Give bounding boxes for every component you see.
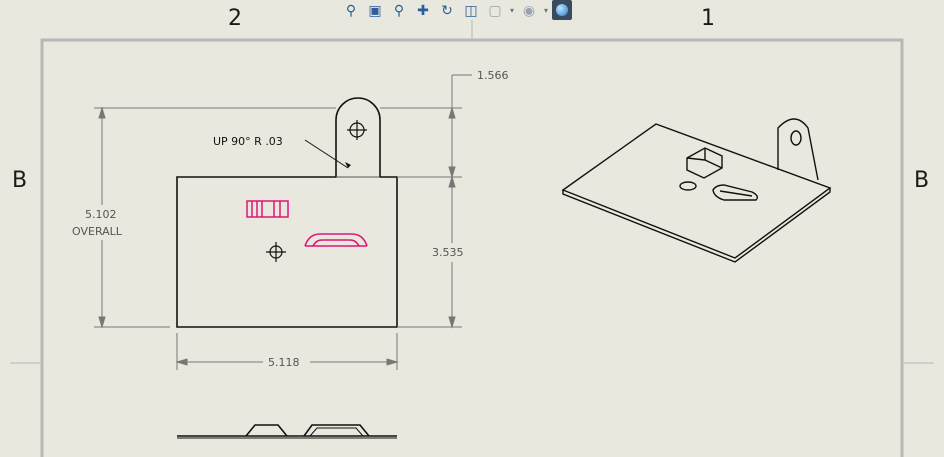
dim-overall-height-value: 5.102 xyxy=(85,208,117,221)
dim-body-height-value: 3.535 xyxy=(432,246,464,259)
louver-feature[interactable] xyxy=(246,200,289,218)
isometric-view[interactable] xyxy=(561,118,832,263)
side-view[interactable] xyxy=(177,424,397,439)
dimension-tab-height[interactable] xyxy=(380,74,472,179)
center-hole[interactable] xyxy=(266,242,286,262)
dim-tab-height-value: 1.566 xyxy=(477,69,509,82)
bend-note-text: UP 90° R .03 xyxy=(213,135,283,148)
dim-overall-height-label: OVERALL xyxy=(72,225,123,238)
tab-hole[interactable] xyxy=(347,120,367,140)
bend-note[interactable]: UP 90° R .03 xyxy=(213,135,351,169)
dim-width-value: 5.118 xyxy=(268,356,300,369)
sheet-border xyxy=(10,20,934,457)
drawing-sheet[interactable]: UP 90° R .03 5.102 OVERALL 1.566 3.535 5… xyxy=(0,0,944,457)
lance-feature[interactable] xyxy=(304,233,368,247)
